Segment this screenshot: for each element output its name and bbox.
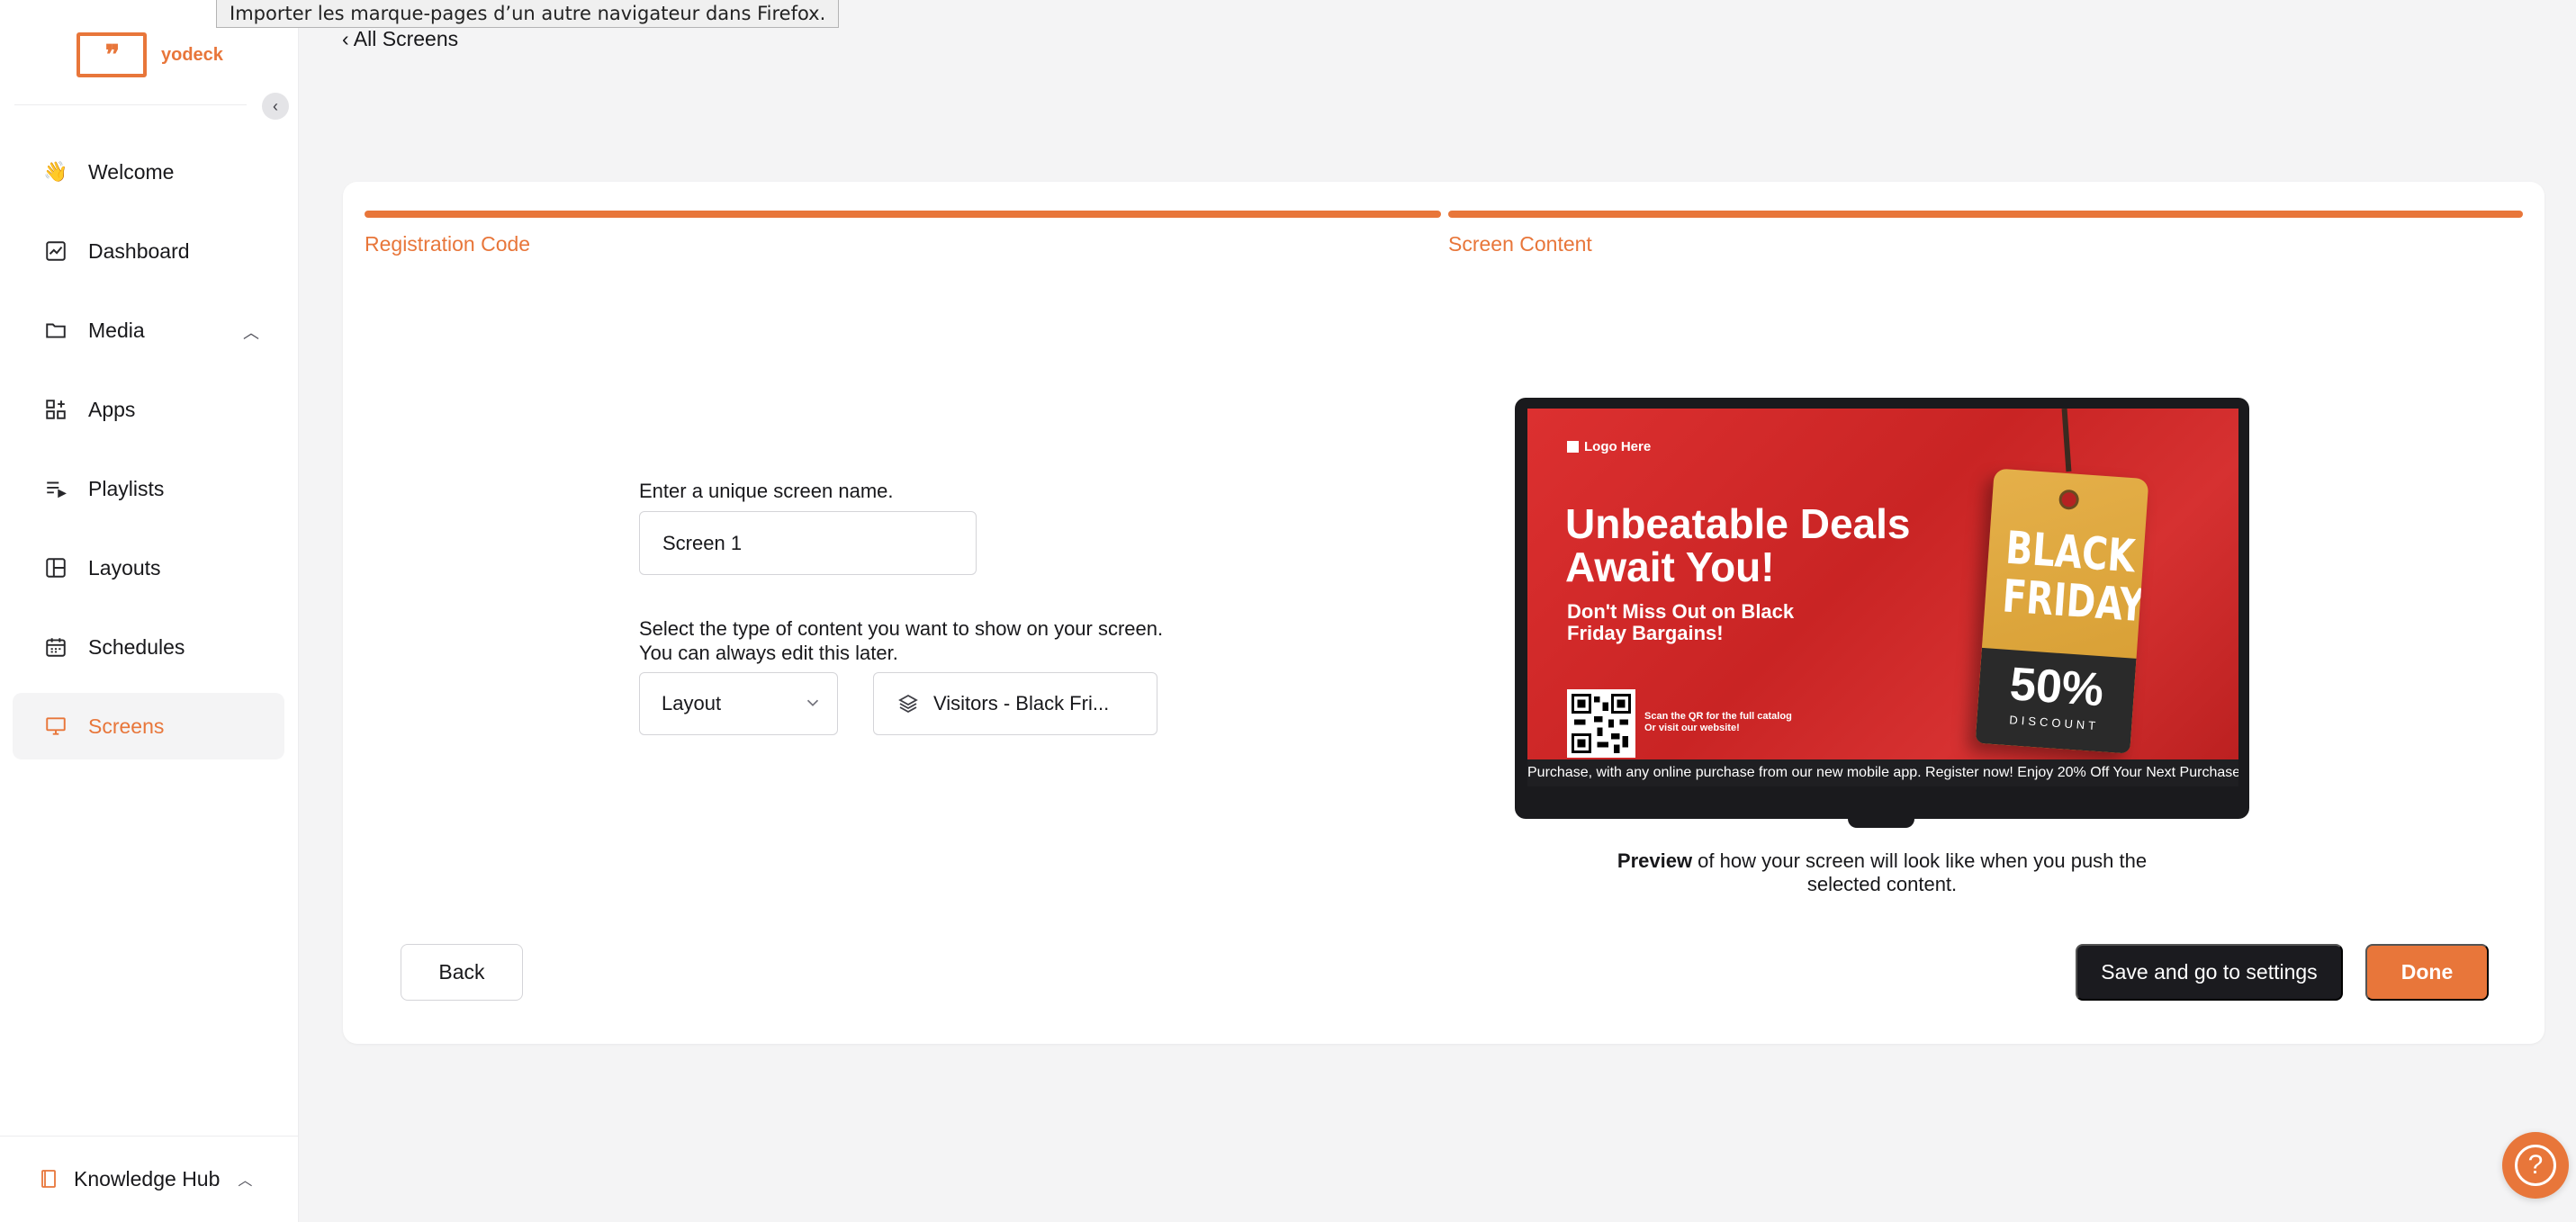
preview-subline: Don't Miss Out on Black Friday Bargains! [1567,600,1795,644]
layout-icon [43,555,68,580]
back-button[interactable]: Back [401,944,523,1001]
preview-device: Logo Here Unbeatable Deals Await You! Do… [1515,398,2249,819]
sidebar-item-label: Screens [88,714,165,738]
browser-tooltip: Importer les marque-pages d’un autre nav… [216,0,840,28]
divider [14,104,247,105]
wave-hand-icon: 👋 [43,160,68,183]
calendar-icon [43,634,68,660]
step-screen-content[interactable]: Screen Content [1448,232,1592,256]
preview-logo: Logo Here [1567,439,1651,454]
chart-icon [43,238,68,264]
tag-hole [2058,489,2080,510]
sidebar-item-label: Schedules [88,634,185,659]
sidebar-item-schedules[interactable]: Schedules [13,614,284,680]
sidebar-item-screens[interactable]: Screens [13,693,284,759]
preview-screen: Logo Here Unbeatable Deals Await You! Do… [1527,409,2238,786]
preview-logo-text: Logo Here [1584,439,1652,454]
preview-ticker: Purchase, with any online purchase from … [1527,759,2238,786]
folder-icon [43,318,68,343]
content-type-hint: You can always edit this later. [639,642,898,664]
sidebar-item-welcome[interactable]: 👋 Welcome [13,139,284,205]
all-screens-link[interactable]: ‹ All Screens [342,27,458,51]
logo-mark-icon: ❞ [77,32,147,77]
save-and-settings-button[interactable]: Save and go to settings [2076,944,2343,1001]
sidebar-item-label: Apps [88,397,136,421]
step-registration-code[interactable]: Registration Code [365,232,530,256]
qr-caption-line: Or visit our website! [1644,723,1740,733]
yodeck-logo[interactable]: ❞ yodeck [77,32,223,77]
sidebar: ❞ yodeck ‹ 👋 Welcome Dashboard Media ︿ A… [0,0,299,1222]
layers-icon [898,694,918,714]
sidebar-item-label: Layouts [88,555,161,580]
sidebar-item-media[interactable]: Media ︿ [13,297,284,364]
screen-name-label: Enter a unique screen name. [639,480,894,502]
preview-caption: Preview of how your screen will look lik… [1515,849,2249,896]
sidebar-item-label: Welcome [88,159,175,184]
qr-caption-line: Scan the QR for the full catalog [1644,711,1792,722]
monitor-icon [43,714,68,739]
sidebar-item-layouts[interactable]: Layouts [13,535,284,601]
sidebar-item-label: Media [88,318,145,342]
chevron-left-icon: ‹ [273,96,278,115]
apps-icon [43,397,68,422]
content-type-select[interactable]: Layout [639,672,838,735]
tag-title: BLACK FRIDAY [2000,521,2147,633]
preview-device-stand [1848,815,1914,828]
preview-caption-text: of how your screen will look like when y… [1692,849,2148,895]
sidebar-item-dashboard[interactable]: Dashboard [13,218,284,284]
tag-percent: 50% [2008,658,2105,717]
layout-picker-value: Visitors - Black Fri... [933,692,1110,714]
chevron-up-icon: ︿ [238,1173,253,1189]
black-friday-tag: BLACK FRIDAY 50% DISCOUNT [1975,468,2149,754]
content-type-label: Select the type of content you want to s… [639,617,1164,640]
book-icon [36,1166,61,1191]
preview-headline: Unbeatable Deals Await You! [1565,500,1911,590]
help-button[interactable]: ? [2502,1132,2569,1199]
screen-name-input[interactable] [639,511,977,575]
sidebar-nav: 👋 Welcome Dashboard Media ︿ Apps Playlis… [13,139,284,772]
sidebar-item-apps[interactable]: Apps [13,376,284,443]
qr-code-icon [1567,689,1635,758]
collapse-sidebar-button[interactable]: ‹ [262,93,289,120]
sidebar-item-label: Dashboard [88,238,190,263]
step-progress-registration [365,211,1441,218]
content-type-value: Layout [662,692,722,714]
preview-caption-bold: Preview [1617,849,1693,872]
logo-square-icon [1567,441,1579,453]
help-icon: ? [2515,1145,2556,1186]
divider [0,1136,299,1137]
sidebar-item-label: Playlists [88,476,165,500]
chevron-down-icon [806,699,819,706]
layout-picker-button[interactable]: Visitors - Black Fri... [873,672,1157,735]
step-progress-content [1448,211,2523,218]
sidebar-item-playlists[interactable]: Playlists [13,455,284,522]
preview-qr-caption: Scan the QR for the full catalog Or visi… [1644,711,1842,734]
knowledge-hub-button[interactable]: Knowledge Hub ︿ [36,1166,252,1191]
done-button[interactable]: Done [2365,944,2489,1001]
screen-setup-card: Registration Code Screen Content Enter a… [343,182,2544,1044]
tag-discount-panel: 50% DISCOUNT [1975,647,2137,754]
brand-name: yodeck [161,44,223,65]
knowledge-hub-label: Knowledge Hub [74,1166,221,1191]
chevron-up-icon: ︿ [243,324,259,342]
playlist-icon [43,476,68,501]
